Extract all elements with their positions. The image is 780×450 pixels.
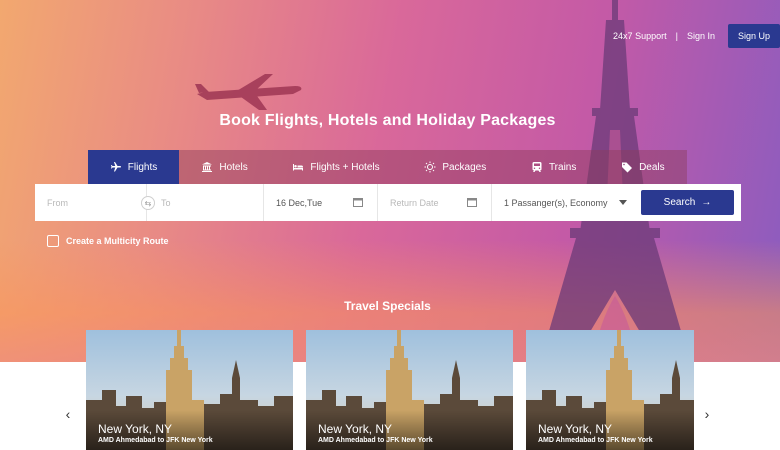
flight-search-form: From ⇆ To 16 Dec,Tue Return Date 1 Passa… (35, 184, 741, 221)
card-city: New York, NY (98, 422, 173, 436)
tab-flights-hotels-label: Flights + Hotels (310, 161, 380, 173)
return-date-placeholder: Return Date (390, 197, 439, 208)
card-city: New York, NY (538, 422, 613, 436)
special-card[interactable]: New York, NY AMD Ahmedabad to JFK New Yo… (526, 330, 694, 450)
building-icon (202, 162, 213, 172)
card-route: AMD Ahmedabad to JFK New York (538, 437, 653, 444)
tab-flights-label: Flights (127, 161, 158, 173)
card-route: AMD Ahmedabad to JFK New York (98, 437, 213, 444)
bed-icon (293, 164, 304, 171)
train-icon (532, 162, 542, 172)
signup-button[interactable]: Sign Up (727, 24, 780, 48)
tab-trains[interactable]: Trains (509, 150, 599, 184)
multicity-label: Create a Multicity Route (66, 236, 169, 246)
tab-deals-label: Deals (639, 161, 665, 173)
special-card[interactable]: New York, NY AMD Ahmedabad to JFK New Yo… (86, 330, 293, 450)
plane-icon (110, 162, 121, 172)
tab-hotels-label: Hotels (219, 161, 248, 173)
special-card[interactable]: New York, NY AMD Ahmedabad to JFK New Yo… (306, 330, 513, 450)
to-placeholder: To (161, 197, 171, 208)
to-field[interactable]: To (147, 184, 264, 221)
calendar-icon (353, 197, 363, 209)
tag-icon (622, 162, 633, 173)
from-placeholder: From (47, 197, 68, 208)
tab-hotels[interactable]: Hotels (179, 150, 270, 184)
travel-specials-title: Travel Specials (344, 299, 431, 313)
search-button[interactable]: Search → (641, 190, 734, 215)
top-navigation: 24x7 Support | Sign In Sign Up (604, 24, 780, 48)
page-headline: Book Flights, Hotels and Holiday Package… (219, 112, 556, 129)
support-link[interactable]: 24x7 Support (604, 31, 676, 41)
tab-trains-label: Trains (548, 161, 577, 173)
card-route: AMD Ahmedabad to JFK New York (318, 437, 433, 444)
passengers-select[interactable]: 1 Passanger(s), Economy (492, 184, 641, 221)
signin-link[interactable]: Sign In (678, 31, 724, 41)
tab-flights-hotels[interactable]: Flights + Hotels (270, 150, 402, 184)
arrow-right-icon: → (701, 197, 712, 208)
chevron-down-icon (619, 200, 627, 205)
airplane-image (195, 74, 302, 110)
booking-tabs: Flights Hotels Flights + Hotels Packages… (88, 150, 687, 184)
calendar-icon (467, 197, 477, 209)
sun-icon (424, 161, 436, 173)
multicity-checkbox[interactable] (47, 235, 59, 247)
tab-packages[interactable]: Packages (402, 150, 509, 184)
carousel-prev-icon[interactable]: ‹ (62, 406, 74, 422)
depart-date-field[interactable]: 16 Dec,Tue (264, 184, 378, 221)
tab-packages-label: Packages (442, 161, 487, 173)
card-city: New York, NY (318, 422, 393, 436)
tab-flights[interactable]: Flights (88, 150, 179, 184)
multicity-option[interactable]: Create a Multicity Route (47, 235, 169, 247)
tab-deals[interactable]: Deals (599, 150, 687, 184)
return-date-field[interactable]: Return Date (378, 184, 492, 221)
from-field[interactable]: From ⇆ (35, 184, 155, 221)
search-button-label: Search (663, 197, 696, 208)
depart-date-value: 16 Dec,Tue (276, 197, 323, 208)
passengers-value: 1 Passanger(s), Economy (504, 197, 608, 208)
carousel-next-icon[interactable]: › (701, 406, 713, 422)
